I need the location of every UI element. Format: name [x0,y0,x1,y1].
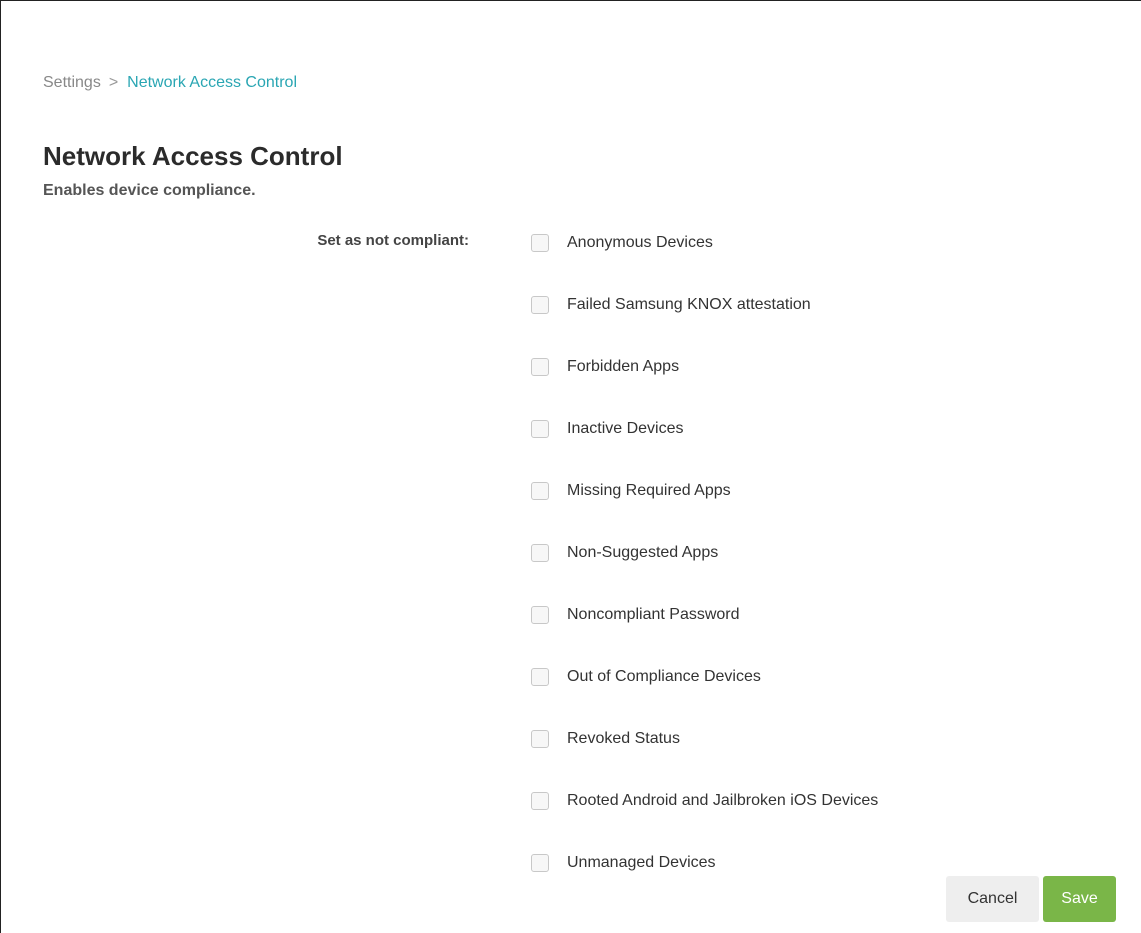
option-out-of-compliance-devices[interactable]: Out of Compliance Devices [531,667,878,729]
breadcrumb: Settings > Network Access Control [43,74,297,92]
not-compliant-label: Set as not compliant: [317,232,469,249]
option-label: Non-Suggested Apps [567,544,719,561]
option-non-suggested-apps[interactable]: Non-Suggested Apps [531,543,878,605]
option-label: Unmanaged Devices [567,854,716,871]
checkbox[interactable] [531,420,549,438]
compliance-options-list: Anonymous Devices Failed Samsung KNOX at… [531,233,878,915]
checkbox[interactable] [531,668,549,686]
option-inactive-devices[interactable]: Inactive Devices [531,419,878,481]
breadcrumb-separator: > [108,74,119,91]
checkbox[interactable] [531,482,549,500]
option-label: Out of Compliance Devices [567,668,761,685]
option-revoked-status[interactable]: Revoked Status [531,729,878,791]
content-frame: Settings > Network Access Control Networ… [0,0,1141,933]
page-subtitle: Enables device compliance. [43,182,256,199]
checkbox[interactable] [531,234,549,252]
option-label: Failed Samsung KNOX attestation [567,296,811,313]
option-missing-required-apps[interactable]: Missing Required Apps [531,481,878,543]
option-forbidden-apps[interactable]: Forbidden Apps [531,357,878,419]
option-failed-samsung-knox[interactable]: Failed Samsung KNOX attestation [531,295,878,357]
cancel-button[interactable]: Cancel [946,876,1039,922]
checkbox[interactable] [531,358,549,376]
checkbox[interactable] [531,730,549,748]
breadcrumb-settings[interactable]: Settings [43,74,101,92]
checkbox[interactable] [531,296,549,314]
save-button[interactable]: Save [1043,876,1116,922]
checkbox[interactable] [531,544,549,562]
option-label: Anonymous Devices [567,234,713,251]
checkbox[interactable] [531,854,549,872]
option-label: Forbidden Apps [567,358,680,375]
option-unmanaged-devices[interactable]: Unmanaged Devices [531,853,878,915]
checkbox[interactable] [531,792,549,810]
option-anonymous-devices[interactable]: Anonymous Devices [531,233,878,295]
page-title: Network Access Control [43,141,343,171]
option-label: Rooted Android and Jailbroken iOS Device… [567,792,879,809]
option-label: Revoked Status [567,730,680,747]
option-label: Inactive Devices [567,420,684,437]
option-label: Missing Required Apps [567,482,731,499]
option-noncompliant-password[interactable]: Noncompliant Password [531,605,878,667]
checkbox[interactable] [531,606,549,624]
option-label: Noncompliant Password [567,606,740,623]
option-rooted-jailbroken-devices[interactable]: Rooted Android and Jailbroken iOS Device… [531,791,878,853]
breadcrumb-current[interactable]: Network Access Control [127,74,297,92]
